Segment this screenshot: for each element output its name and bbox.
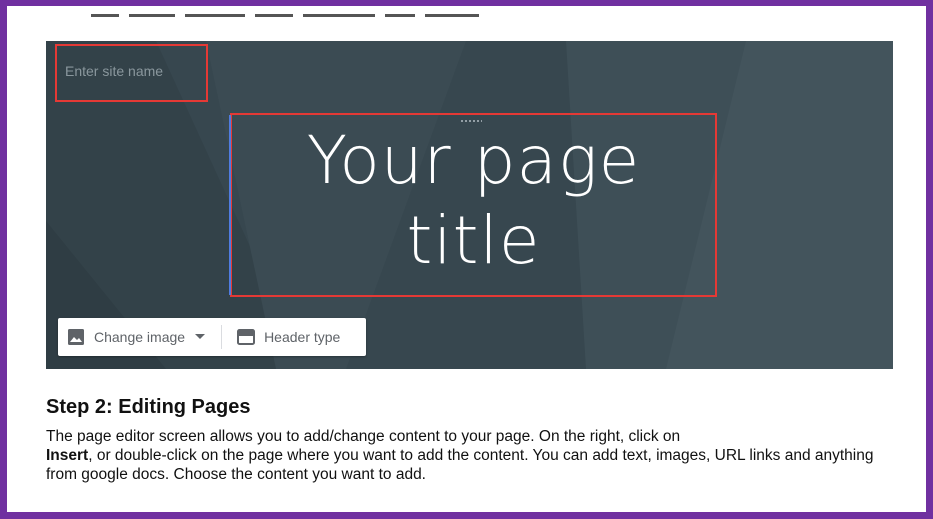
step-heading: Step 2: Editing Pages [46, 396, 251, 418]
header-type-icon [236, 327, 256, 347]
page-title[interactable]: Your page title [232, 121, 715, 281]
change-image-button[interactable]: Change image [58, 318, 213, 356]
site-name-highlight [55, 44, 208, 102]
step-text-part1: The page editor screen allows you to add… [46, 428, 681, 445]
change-image-label: Change image [94, 329, 186, 345]
header-type-label: Header type [264, 329, 341, 345]
caret-down-icon [195, 334, 206, 340]
step-text-part2: , or double-click on the page where you … [46, 447, 874, 483]
header-type-button[interactable]: Header type [228, 318, 348, 356]
step-description: The page editor screen allows you to add… [46, 427, 896, 484]
site-name-input[interactable] [65, 63, 195, 79]
selection-guide [229, 115, 231, 295]
page-title-line2: title [406, 202, 541, 279]
header-toolbar: Change image Header type [58, 318, 366, 356]
toolbar-divider [221, 325, 223, 349]
page-title-highlight[interactable]: Your page title [229, 113, 717, 297]
page-title-line1: Your page [306, 122, 641, 199]
step-text-bold: Insert [46, 447, 89, 464]
image-icon [66, 327, 86, 347]
cropped-text-line [91, 12, 511, 20]
site-header-banner: Your page title Change image Header type [46, 41, 893, 369]
